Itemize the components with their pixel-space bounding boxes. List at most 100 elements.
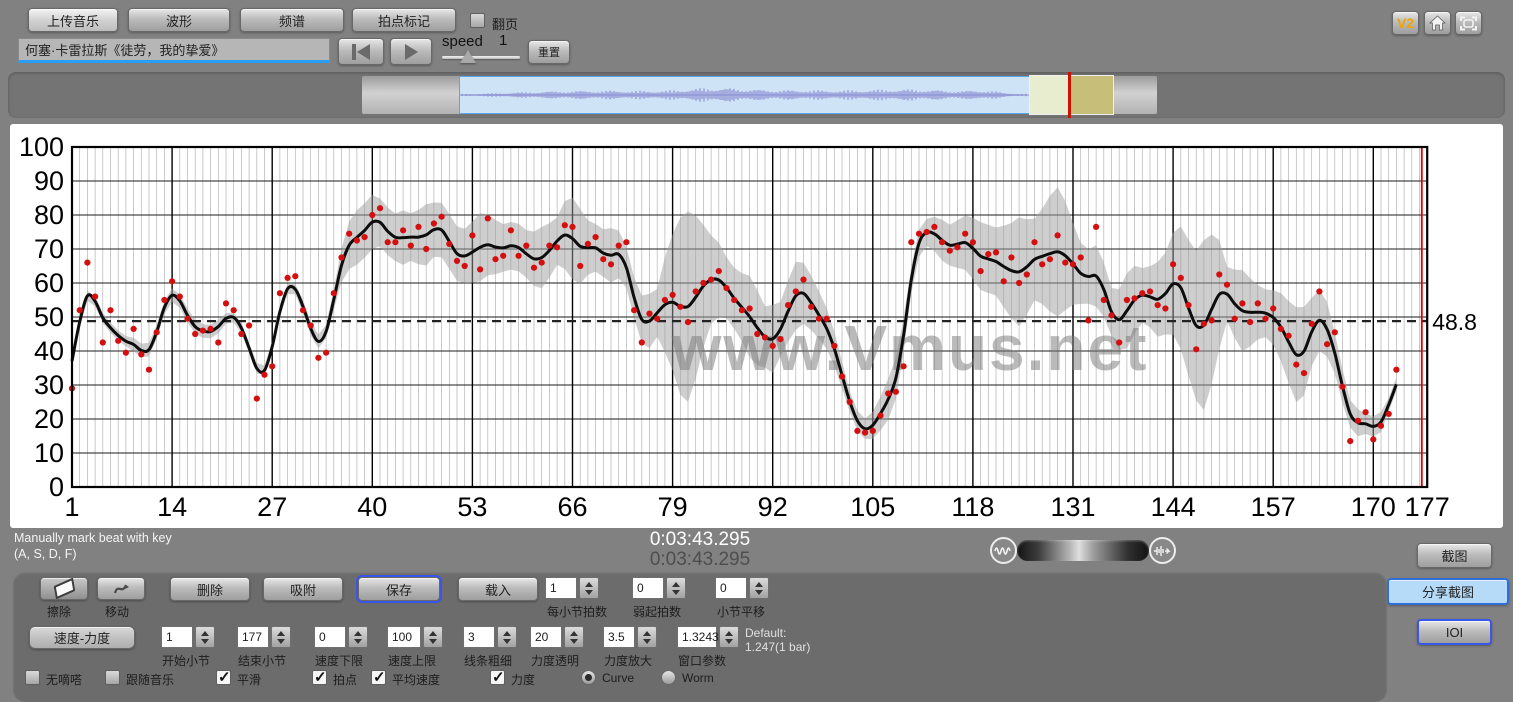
stepper-up-icon[interactable]: [201, 631, 209, 636]
snap-button[interactable]: 吸附: [263, 577, 343, 601]
beat-dot: [1047, 256, 1053, 262]
share-screenshot-button[interactable]: 分享截图: [1387, 578, 1509, 605]
beat-dot: [970, 239, 976, 245]
skip-bar-glyph: [352, 44, 356, 60]
tempo-dynamics-chart[interactable]: www.Vmus.net0102030405060708090100114274…: [10, 124, 1503, 528]
stepper-up-icon[interactable]: [570, 631, 578, 636]
timeline-selection[interactable]: [459, 76, 1030, 114]
tempo-max-value[interactable]: 100: [387, 626, 421, 648]
beat-dot: [462, 263, 468, 269]
stepper-up-icon[interactable]: [643, 631, 651, 636]
dynamics-wave-button[interactable]: [990, 537, 1017, 564]
stepper-up-icon[interactable]: [354, 631, 362, 636]
load-button[interactable]: 载入: [458, 577, 538, 601]
speed-slider-thumb[interactable]: [460, 50, 476, 63]
version-badge[interactable]: V2: [1392, 11, 1419, 35]
skip-to-start-button[interactable]: [338, 38, 384, 65]
stepper-down-icon[interactable]: [429, 639, 437, 644]
stepper-down-icon[interactable]: [503, 639, 511, 644]
beat-dot: [1293, 362, 1299, 368]
stepper-down-icon[interactable]: [277, 639, 285, 644]
page-turn-checkbox[interactable]: [470, 13, 485, 28]
beat-dot: [184, 316, 190, 322]
dynamics-checkbox[interactable]: [490, 670, 505, 685]
stepper-down-icon[interactable]: [201, 639, 209, 644]
track-title-input[interactable]: [18, 38, 330, 63]
upload-music-button[interactable]: 上传音乐: [28, 8, 118, 32]
stepper-down-icon[interactable]: [672, 590, 680, 595]
y-tick-label: 90: [34, 166, 64, 196]
beat-mark-button[interactable]: 拍点标记: [352, 8, 456, 32]
stepper-down-icon[interactable]: [570, 639, 578, 644]
line-width-value[interactable]: 3: [463, 626, 495, 648]
start-bar-value[interactable]: 1: [161, 626, 193, 648]
stepper-up-icon[interactable]: [755, 582, 763, 587]
stepper-up-icon[interactable]: [277, 631, 285, 636]
stepper-up-icon[interactable]: [503, 631, 511, 636]
erase-tool-button[interactable]: [40, 577, 88, 600]
tempo-max-stepper[interactable]: [423, 626, 443, 648]
waveform-arrow-button[interactable]: [1149, 537, 1176, 564]
beats-per-bar-stepper[interactable]: [579, 577, 599, 599]
stepper-up-icon[interactable]: [585, 582, 593, 587]
follow-music-label: 跟随音乐: [126, 671, 174, 688]
stepper-down-icon[interactable]: [643, 639, 651, 644]
start-bar-stepper[interactable]: [195, 626, 215, 648]
timeline-playhead[interactable]: [1068, 72, 1071, 118]
bar-offset-stepper[interactable]: [749, 577, 769, 599]
dynamics-scale-stepper[interactable]: [637, 626, 657, 648]
move-tool-button[interactable]: [97, 577, 145, 600]
tempo-min-stepper[interactable]: [348, 626, 368, 648]
beats-per-bar-value[interactable]: 1: [545, 577, 577, 599]
stepper-down-icon[interactable]: [585, 590, 593, 595]
delete-button[interactable]: 删除: [170, 577, 250, 601]
tempo-min-value[interactable]: 0: [314, 626, 346, 648]
stepper-up-icon[interactable]: [725, 631, 733, 636]
no-click-checkbox[interactable]: [25, 670, 40, 685]
pickup-beats-stepper[interactable]: [666, 577, 686, 599]
window-param-value[interactable]: 1.3243: [677, 626, 717, 648]
dynamics-scale-value[interactable]: 3.5: [603, 626, 635, 648]
screenshot-button[interactable]: 截图: [1417, 543, 1492, 568]
stepper-up-icon[interactable]: [672, 582, 680, 587]
stepper-down-icon[interactable]: [755, 590, 763, 595]
window-param-stepper[interactable]: [719, 626, 739, 648]
dynamics-opacity-stepper[interactable]: [564, 626, 584, 648]
smooth-checkbox[interactable]: [216, 670, 231, 685]
worm-speed-slider[interactable]: [1017, 540, 1149, 561]
beat-dot: [947, 248, 953, 254]
end-bar-value[interactable]: 177: [237, 626, 269, 648]
fullscreen-button[interactable]: [1455, 11, 1482, 35]
spectrum-button[interactable]: 频谱: [240, 8, 344, 32]
beat-dot: [1039, 261, 1045, 267]
bar-offset-value[interactable]: 0: [715, 577, 747, 599]
stepper-down-icon[interactable]: [725, 639, 733, 644]
dynamics-opacity-value[interactable]: 20: [530, 626, 562, 648]
beat-dots-checkbox[interactable]: [312, 670, 327, 685]
worm-radio[interactable]: [661, 670, 676, 685]
stepper-up-icon[interactable]: [429, 631, 437, 636]
beat-dot: [1124, 297, 1130, 303]
stepper-down-icon[interactable]: [354, 639, 362, 644]
beat-dot: [285, 275, 291, 281]
average-tempo-checkbox[interactable]: [371, 670, 386, 685]
ioi-button[interactable]: IOI: [1417, 619, 1492, 645]
y-tick-label: 30: [34, 370, 64, 400]
waveform-button[interactable]: 波形: [128, 8, 230, 32]
pickup-beats-value[interactable]: 0: [632, 577, 664, 599]
home-button[interactable]: [1424, 11, 1451, 35]
beat-dot: [523, 243, 529, 249]
beat-dot: [1378, 423, 1384, 429]
end-bar-stepper[interactable]: [271, 626, 291, 648]
speed-slider-track[interactable]: [442, 56, 520, 59]
beat-dot: [516, 253, 522, 259]
reset-button[interactable]: 重置: [528, 40, 570, 64]
curve-radio[interactable]: [581, 670, 596, 685]
save-button[interactable]: 保存: [358, 577, 440, 601]
snap-label: 吸附: [290, 580, 316, 599]
follow-music-checkbox[interactable]: [105, 670, 120, 685]
tempo-dynamics-mode-button[interactable]: 速度-力度: [29, 626, 135, 649]
play-button[interactable]: [390, 38, 432, 65]
line-width-stepper[interactable]: [497, 626, 517, 648]
x-tick-label: 14: [157, 492, 187, 522]
